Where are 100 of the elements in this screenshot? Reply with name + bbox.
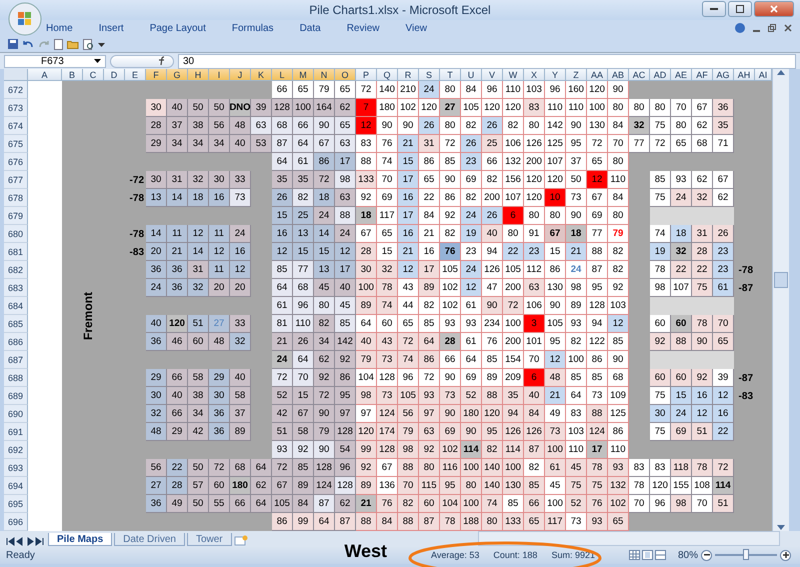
- table-cell[interactable]: 94: [587, 315, 608, 333]
- table-cell[interactable]: 86: [272, 513, 293, 531]
- table-cell[interactable]: 120: [167, 315, 188, 333]
- table-cell[interactable]: 98: [398, 441, 419, 459]
- table-cell[interactable]: 17: [398, 171, 419, 189]
- table-cell[interactable]: 72: [650, 135, 671, 153]
- table-cell[interactable]: 98: [356, 387, 377, 405]
- table-cell[interactable]: 114: [713, 477, 734, 495]
- table-cell[interactable]: 106: [503, 135, 524, 153]
- table-cell[interactable]: 80: [671, 117, 692, 135]
- table-cell[interactable]: 96: [398, 369, 419, 387]
- table-cell[interactable]: 117: [545, 513, 566, 531]
- table-cell[interactable]: 18: [671, 225, 692, 243]
- table-cell[interactable]: 124: [314, 477, 335, 495]
- table-cell[interactable]: 21: [398, 243, 419, 261]
- column-header[interactable]: J: [230, 69, 251, 81]
- table-cell[interactable]: 85: [272, 261, 293, 279]
- row-header[interactable]: 689: [4, 387, 28, 405]
- table-cell[interactable]: 93: [419, 387, 440, 405]
- table-cell[interactable]: 64: [566, 387, 587, 405]
- table-cell[interactable]: 29: [167, 423, 188, 441]
- table-cell[interactable]: 70: [629, 495, 650, 513]
- table-cell[interactable]: 128: [314, 459, 335, 477]
- table-cell[interactable]: 66: [482, 153, 503, 171]
- table-cell[interactable]: 28: [356, 243, 377, 261]
- table-cell[interactable]: 12: [335, 243, 356, 261]
- column-header[interactable]: AG: [713, 69, 734, 81]
- save-button[interactable]: [8, 39, 18, 49]
- row-header[interactable]: 674: [4, 117, 28, 135]
- table-cell[interactable]: 30: [209, 171, 230, 189]
- table-cell[interactable]: 110: [608, 441, 629, 459]
- table-cell[interactable]: 88: [482, 387, 503, 405]
- table-cell[interactable]: 32: [188, 171, 209, 189]
- table-cell[interactable]: 93: [461, 315, 482, 333]
- table-cell[interactable]: 160: [566, 81, 587, 99]
- table-cell[interactable]: 63: [251, 117, 272, 135]
- table-cell[interactable]: 61: [545, 459, 566, 477]
- table-cell[interactable]: 73: [377, 351, 398, 369]
- row-header[interactable]: 673: [4, 99, 28, 117]
- table-cell[interactable]: 64: [272, 279, 293, 297]
- table-cell[interactable]: 104: [440, 495, 461, 513]
- table-cell[interactable]: 65: [335, 81, 356, 99]
- table-cell[interactable]: 19: [461, 225, 482, 243]
- column-header[interactable]: E: [125, 69, 146, 81]
- table-cell[interactable]: 63: [335, 135, 356, 153]
- table-cell[interactable]: 79: [356, 351, 377, 369]
- table-cell[interactable]: 13: [146, 189, 167, 207]
- table-cell[interactable]: 67: [293, 405, 314, 423]
- row-header[interactable]: 687: [4, 351, 28, 369]
- table-cell[interactable]: 71: [713, 135, 734, 153]
- table-cell[interactable]: 120: [356, 423, 377, 441]
- table-cell[interactable]: 40: [356, 333, 377, 351]
- table-cell[interactable]: 77: [293, 261, 314, 279]
- table-cell[interactable]: 69: [377, 189, 398, 207]
- table-cell[interactable]: 23: [461, 243, 482, 261]
- table-cell[interactable]: 15: [398, 153, 419, 171]
- table-cell[interactable]: 60: [377, 315, 398, 333]
- table-cell[interactable]: 31: [692, 225, 713, 243]
- table-cell[interactable]: 61: [461, 297, 482, 315]
- table-cell[interactable]: 110: [503, 81, 524, 99]
- table-cell[interactable]: 61: [293, 153, 314, 171]
- table-cell[interactable]: 74: [398, 351, 419, 369]
- table-cell[interactable]: 93: [440, 315, 461, 333]
- table-cell[interactable]: 86: [440, 189, 461, 207]
- table-cell[interactable]: 80: [440, 117, 461, 135]
- table-cell[interactable]: 85: [524, 477, 545, 495]
- table-cell[interactable]: 69: [671, 423, 692, 441]
- row-header[interactable]: 686: [4, 333, 28, 351]
- table-cell[interactable]: 21: [398, 135, 419, 153]
- table-cell[interactable]: 200: [503, 279, 524, 297]
- table-cell[interactable]: 72: [398, 333, 419, 351]
- table-cell[interactable]: 66: [293, 117, 314, 135]
- table-cell[interactable]: 128: [272, 99, 293, 117]
- table-cell[interactable]: 200: [503, 333, 524, 351]
- table-cell[interactable]: 73: [377, 387, 398, 405]
- table-cell[interactable]: 108: [692, 477, 713, 495]
- table-cell[interactable]: 180: [461, 405, 482, 423]
- row-header[interactable]: 683: [4, 279, 28, 297]
- table-cell[interactable]: 95: [587, 279, 608, 297]
- table-cell[interactable]: 35: [272, 171, 293, 189]
- table-cell[interactable]: 88: [398, 513, 419, 531]
- table-cell[interactable]: 67: [587, 189, 608, 207]
- table-cell[interactable]: 26: [293, 333, 314, 351]
- ribbon-tab[interactable]: Page Layout: [150, 22, 206, 34]
- table-cell[interactable]: 70: [671, 99, 692, 117]
- table-cell[interactable]: 136: [377, 477, 398, 495]
- table-cell[interactable]: 100: [461, 495, 482, 513]
- table-cell[interactable]: 68: [692, 135, 713, 153]
- table-cell[interactable]: 15: [272, 207, 293, 225]
- table-cell[interactable]: 58: [293, 423, 314, 441]
- table-cell[interactable]: 18: [356, 207, 377, 225]
- table-cell[interactable]: 89: [230, 423, 251, 441]
- sheet-navigation-icon[interactable]: [6, 537, 46, 546]
- table-cell[interactable]: 89: [356, 297, 377, 315]
- table-cell[interactable]: 75: [650, 189, 671, 207]
- horizontal-scrollbar[interactable]: [478, 531, 780, 546]
- table-cell[interactable]: 81: [272, 315, 293, 333]
- table-cell[interactable]: 40: [482, 225, 503, 243]
- table-cell[interactable]: 17: [398, 207, 419, 225]
- table-cell[interactable]: 89: [419, 279, 440, 297]
